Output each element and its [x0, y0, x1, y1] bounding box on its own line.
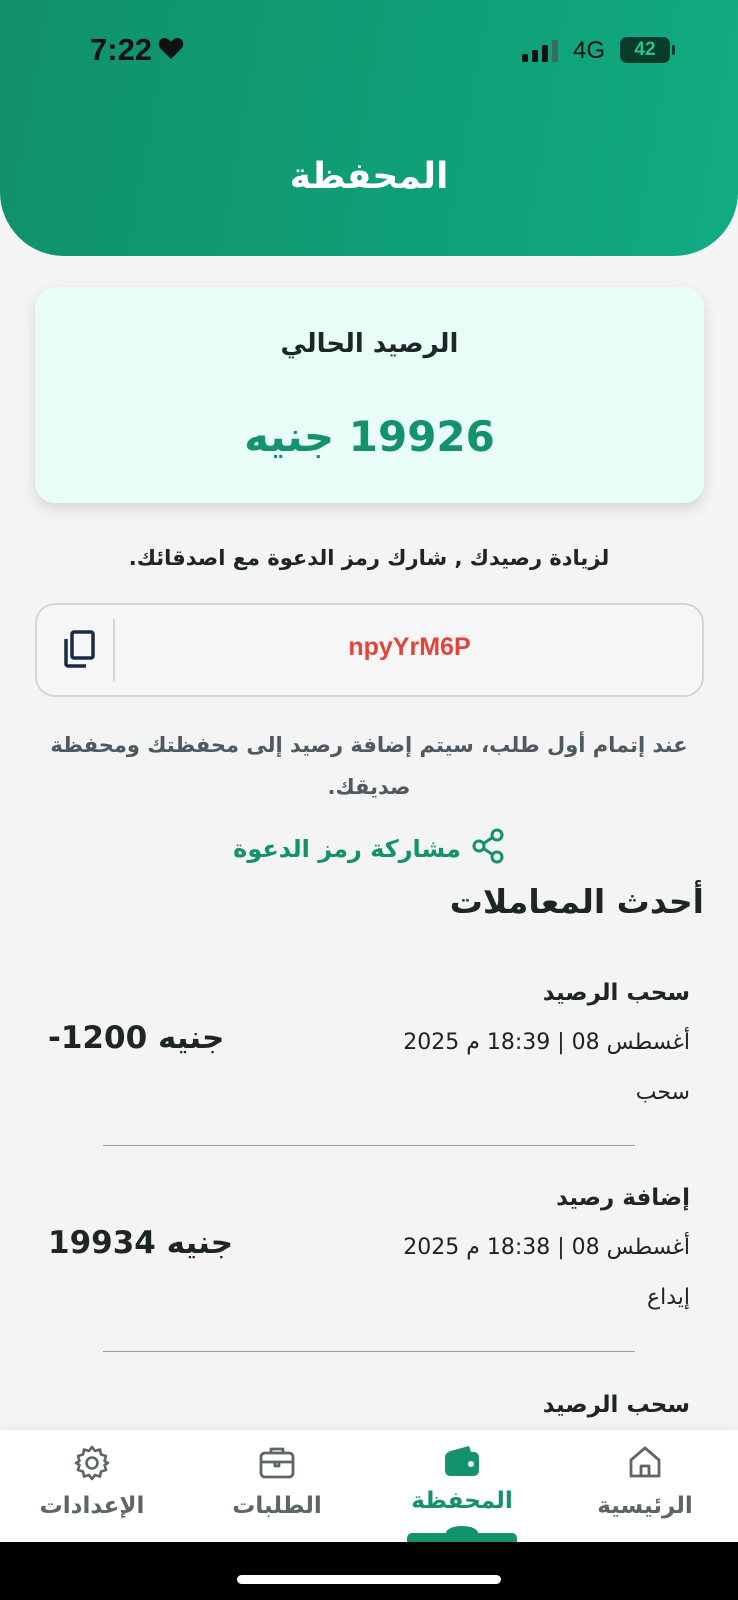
invite-code-box: npyYrM6P [35, 603, 704, 697]
share-label: مشاركة رمز الدعوة [233, 835, 461, 863]
transaction-title: سحب الرصيد [542, 980, 690, 1006]
share-icon [471, 828, 505, 870]
invite-code: npyYrM6P [348, 633, 471, 661]
transaction-title: سحب الرصيد [542, 1392, 690, 1418]
battery-tip [672, 45, 675, 55]
copy-button[interactable] [45, 617, 113, 685]
transaction-item[interactable]: سحب الرصيد [40, 1392, 690, 1428]
transaction-title: إضافة رصيد [556, 1185, 690, 1211]
battery-icon: 42 [620, 37, 670, 63]
tab-label: المحفظة [411, 1488, 513, 1514]
transaction-date: 2025 أغسطس 08 | 18:38 م [403, 1235, 690, 1260]
tab-settings[interactable]: الإعدادات [17, 1430, 167, 1542]
transaction-item[interactable]: إضافة رصيد 2025 أغسطس 08 | 18:38 م إيداع… [40, 1185, 690, 1365]
status-bar: 7:22 4G 42 [0, 0, 738, 100]
home-bar [0, 1542, 738, 1600]
transaction-item[interactable]: سحب الرصيد 2025 أغسطس 08 | 18:39 م سحب -… [40, 980, 690, 1160]
signal-icon [522, 40, 562, 66]
tab-bar: الرئيسية المحفظة الطلبات الإعدادات [0, 1430, 738, 1542]
share-invite-link[interactable]: مشاركة رمز الدعوة [0, 828, 738, 870]
heart-icon [158, 36, 184, 64]
copy-icon [62, 630, 96, 672]
balance-label: الرصيد الحالي [280, 329, 459, 359]
tab-home[interactable]: الرئيسية [570, 1430, 720, 1542]
transaction-divider [103, 1351, 635, 1352]
transaction-type: إيداع [646, 1285, 690, 1310]
transaction-type: سحب [635, 1080, 690, 1105]
home-icon [570, 1444, 720, 1480]
tab-label: الرئيسية [597, 1493, 693, 1519]
reward-note: عند إتمام أول طلب، سيتم إضافة رصيد إلى م… [50, 733, 688, 799]
tab-label: الطلبات [232, 1493, 322, 1519]
transaction-divider [103, 1145, 635, 1146]
tab-label: الإعدادات [39, 1493, 145, 1519]
network-type: 4G [573, 37, 606, 64]
transaction-amount: 19934 جنيه [48, 1225, 234, 1261]
page-title: المحفظة [289, 156, 449, 197]
briefcase-icon [202, 1444, 352, 1480]
wallet-icon [387, 1444, 537, 1478]
invite-hint: لزيادة رصيدك , شارك رمز الدعوة مع اصدقائ… [128, 546, 610, 570]
home-indicator[interactable] [237, 1575, 501, 1584]
active-tab-indicator [407, 1533, 517, 1542]
status-time: 7:22 [90, 32, 153, 67]
transaction-amount: -1200 جنيه [48, 1020, 225, 1056]
code-divider [113, 619, 115, 681]
balance-value: 19926 جنيه [244, 412, 495, 461]
balance-card: الرصيد الحالي 19926 جنيه [35, 287, 704, 503]
transaction-date: 2025 أغسطس 08 | 18:39 م [403, 1030, 690, 1055]
tab-orders[interactable]: الطلبات [202, 1430, 352, 1542]
transactions-title: أحدث المعاملات [449, 882, 704, 921]
gear-icon [17, 1444, 167, 1482]
